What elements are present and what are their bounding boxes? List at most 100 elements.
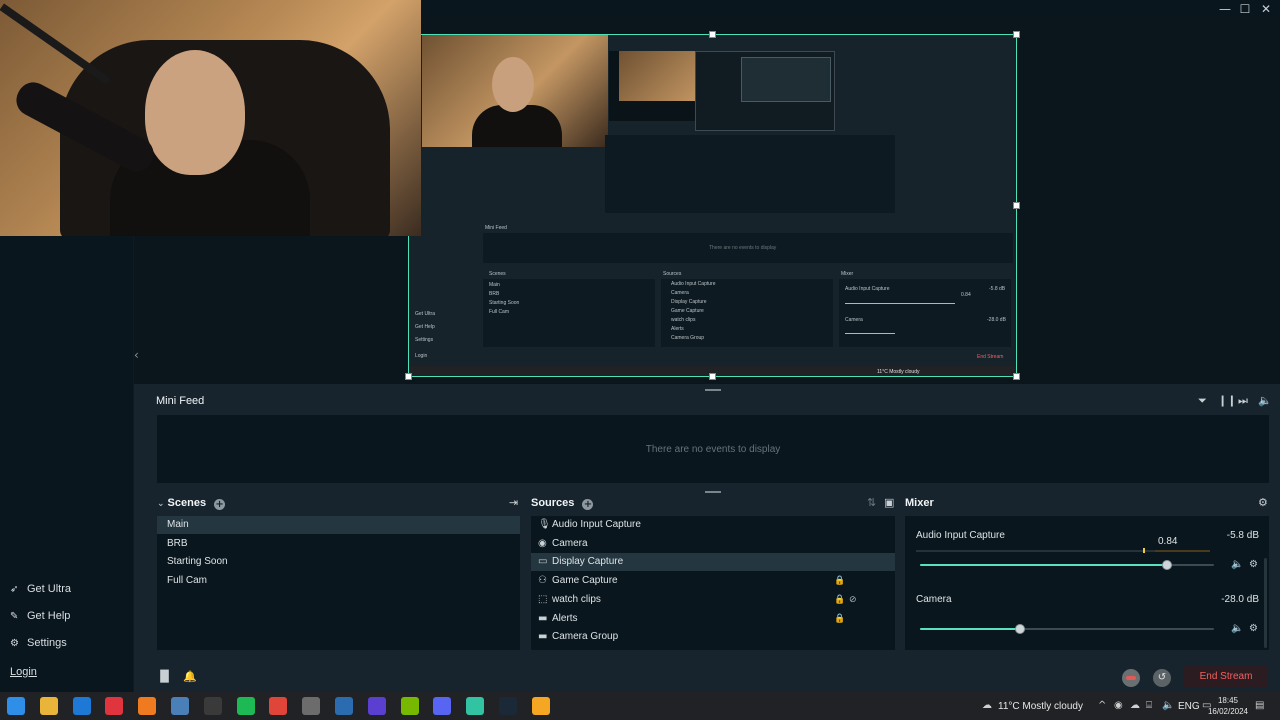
chrome-icon[interactable] bbox=[269, 697, 288, 715]
mixer-settings-icon[interactable]: ⚙ bbox=[1258, 496, 1268, 509]
chevron-down-icon[interactable]: ⌄ bbox=[157, 499, 165, 509]
record-button[interactable] bbox=[1122, 669, 1140, 687]
panel-drag-bar[interactable] bbox=[705, 491, 721, 493]
scene-item[interactable]: Starting Soon bbox=[157, 553, 520, 571]
source-audio-icon[interactable]: ⇅ bbox=[867, 496, 876, 509]
sublime-icon[interactable] bbox=[531, 697, 550, 715]
source-item-label: watch clips bbox=[552, 593, 601, 605]
gear-icon: ⚙ bbox=[10, 637, 19, 649]
end-stream-button[interactable]: End Stream bbox=[1184, 666, 1268, 688]
speaker-icon[interactable]: 🔈 bbox=[1231, 623, 1243, 634]
skip-icon[interactable]: ⏭ bbox=[1238, 394, 1248, 408]
source-item[interactable]: ▭ Display Capture bbox=[531, 553, 895, 572]
resize-handle-r[interactable] bbox=[1013, 202, 1020, 209]
resize-handle-b[interactable] bbox=[709, 373, 716, 380]
tray-chevron-icon[interactable]: ^ bbox=[1098, 700, 1106, 711]
add-source-icon[interactable]: + bbox=[582, 499, 594, 510]
resize-handle-tr[interactable] bbox=[1013, 31, 1020, 38]
streamlabs-icon[interactable] bbox=[466, 697, 485, 715]
spotify-icon[interactable] bbox=[236, 697, 255, 715]
settings-icon[interactable] bbox=[302, 697, 321, 715]
lock-icon[interactable]: 🔒 bbox=[834, 591, 845, 609]
steam-icon[interactable] bbox=[499, 697, 517, 715]
discord-icon[interactable] bbox=[433, 697, 452, 715]
clock-date[interactable]: 16/02/2024 bbox=[1196, 707, 1260, 716]
scene-item[interactable]: BRB bbox=[157, 535, 520, 553]
source-item-label: Audio Input Capture bbox=[552, 519, 641, 530]
volume-icon[interactable]: 🔈 bbox=[1258, 394, 1272, 407]
notifications-bell-icon[interactable]: 🔔 bbox=[183, 670, 197, 683]
clock-time[interactable]: 18:45 bbox=[1196, 696, 1260, 705]
notification-center-icon[interactable]: ▤ bbox=[1255, 700, 1264, 711]
visibility-off-icon[interactable]: ⊘ bbox=[849, 591, 857, 609]
terminal-icon[interactable] bbox=[203, 697, 222, 715]
lock-icon[interactable]: 🔒 bbox=[834, 610, 845, 628]
add-scene-icon[interactable]: + bbox=[214, 499, 226, 510]
paint-icon[interactable] bbox=[335, 697, 353, 715]
windows-start-icon[interactable] bbox=[7, 697, 25, 715]
display-capture-preview[interactable]: Mini Feed There are no events to display… bbox=[408, 34, 1017, 377]
folder-icon: ▬ bbox=[538, 612, 548, 624]
taskbar: ☁ 11°C Mostly cloudy ^ ◉ ☁ ⌸ 🔈 ENG ▭ 18:… bbox=[0, 692, 1280, 720]
source-item[interactable]: ▬ Camera Group bbox=[531, 628, 895, 646]
scene-item[interactable]: Full Cam bbox=[157, 572, 520, 590]
tray-chrome-icon[interactable]: ◉ bbox=[1114, 700, 1123, 711]
source-item[interactable]: 🎙 Audio Input Capture bbox=[531, 516, 895, 534]
weather-text[interactable]: 11°C Mostly cloudy bbox=[998, 701, 1083, 712]
photos-icon[interactable] bbox=[171, 697, 189, 715]
tray-cloud-icon[interactable]: ☁ bbox=[1130, 700, 1140, 711]
minimize-button[interactable]: — bbox=[1215, 1, 1235, 17]
gear-icon[interactable]: ⚙ bbox=[1249, 559, 1258, 570]
collapse-left-icon[interactable]: ‹ bbox=[134, 348, 146, 362]
source-item-label: Alerts bbox=[552, 612, 578, 624]
nav-settings[interactable]: ⚙ Settings bbox=[10, 637, 67, 649]
source-item[interactable]: ◉ Camera bbox=[531, 535, 895, 553]
mixer-volume-knob[interactable] bbox=[1161, 560, 1172, 570]
stats-icon[interactable]: ▐▌ bbox=[156, 670, 173, 683]
replay-buffer-button[interactable]: ↺ bbox=[1153, 669, 1171, 687]
source-item[interactable]: ▬ Alerts 🔒 bbox=[531, 610, 895, 628]
nav-get-help[interactable]: ✎ Get Help bbox=[10, 610, 70, 622]
file-explorer-icon[interactable] bbox=[39, 697, 58, 715]
mixer-volume-knob[interactable] bbox=[1014, 624, 1025, 634]
login-link[interactable]: Login bbox=[10, 666, 37, 678]
source-item-label: Camera Group bbox=[552, 631, 619, 643]
tray-volume-icon[interactable]: 🔈 bbox=[1162, 700, 1174, 711]
mixer-title: Mixer bbox=[905, 497, 934, 509]
lock-icon[interactable]: 🔒 bbox=[834, 572, 845, 590]
opera-icon[interactable] bbox=[105, 697, 124, 715]
tray-network-icon[interactable]: ⌸ bbox=[1146, 700, 1152, 711]
resize-handle-t[interactable] bbox=[709, 31, 716, 38]
mail-icon[interactable] bbox=[72, 697, 91, 715]
source-item[interactable]: ⚇ Game Capture 🔒 bbox=[531, 572, 895, 590]
weather-icon[interactable]: ☁ bbox=[982, 700, 992, 711]
scene-item[interactable]: Main bbox=[157, 516, 520, 534]
mixer-channel-db: -5.8 dB bbox=[1226, 530, 1259, 541]
scenes-title: Scenes bbox=[167, 497, 207, 509]
mixer-channel-value: 0.84 bbox=[1158, 536, 1178, 547]
gear-icon[interactable]: ⚙ bbox=[1249, 623, 1258, 634]
speaker-icon[interactable]: 🔈 bbox=[1231, 559, 1243, 570]
filter-icon[interactable]: ⏷ bbox=[1198, 394, 1207, 408]
mixer-channel-db: -28.0 dB bbox=[1221, 594, 1259, 605]
nav-get-ultra[interactable]: ➶ Get Ultra bbox=[10, 583, 71, 595]
pause-icon[interactable]: ❙❙ bbox=[1218, 394, 1236, 407]
scene-item-label: Main bbox=[167, 519, 189, 530]
resize-handle-bl[interactable] bbox=[405, 373, 412, 380]
mixer-scrollbar[interactable] bbox=[1264, 558, 1267, 648]
nvidia-icon[interactable] bbox=[400, 697, 419, 715]
source-item[interactable]: ⬚ watch clips 🔒 ⊘ bbox=[531, 591, 895, 609]
microphone-icon: 🎙 bbox=[538, 519, 551, 530]
mini-feed-title: Mini Feed bbox=[156, 395, 205, 407]
webcam-feed[interactable] bbox=[0, 0, 421, 236]
close-button[interactable]: ✕ bbox=[1256, 1, 1276, 17]
resize-handle-br[interactable] bbox=[1013, 373, 1020, 380]
browser-source-icon: ⬚ bbox=[538, 593, 548, 605]
firefox-icon[interactable] bbox=[138, 697, 157, 715]
scene-transitions-icon[interactable]: ⇥ bbox=[509, 496, 518, 509]
scene-item-label: Full Cam bbox=[167, 575, 208, 587]
maximize-button[interactable]: ☐ bbox=[1235, 1, 1255, 17]
visual-studio-icon[interactable] bbox=[367, 697, 386, 715]
resize-drag-bar[interactable] bbox=[705, 389, 721, 391]
add-folder-icon[interactable]: ▣ bbox=[884, 496, 894, 509]
